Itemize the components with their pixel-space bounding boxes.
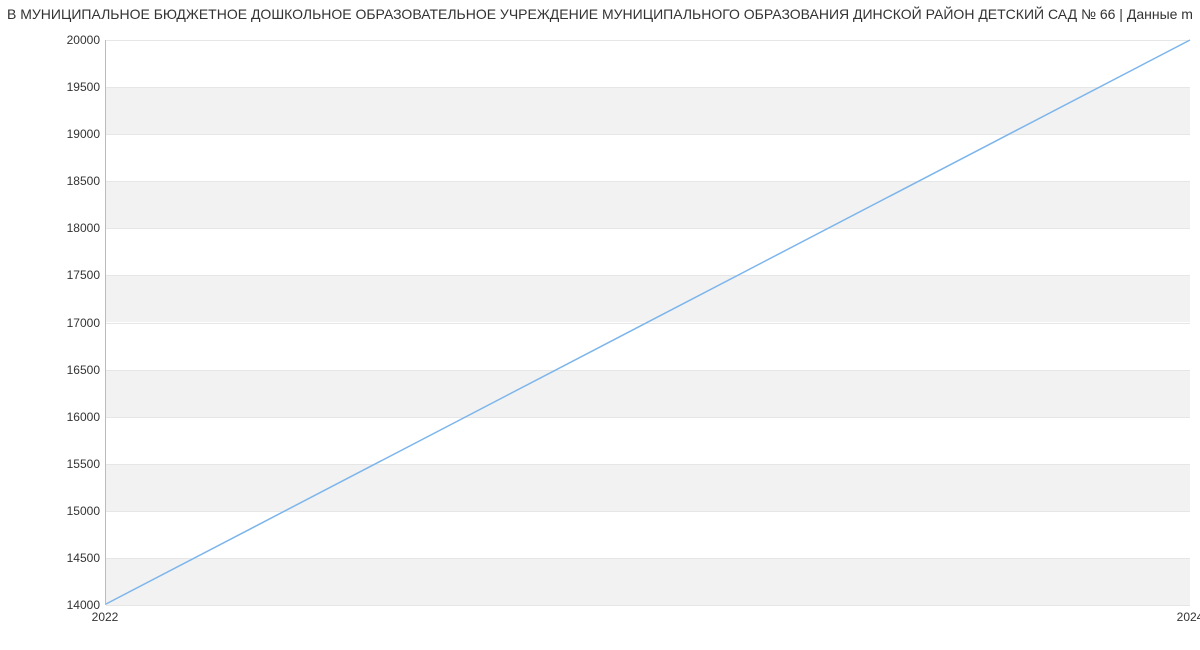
y-tick-label: 16000 (40, 410, 100, 424)
y-tick-label: 14500 (40, 551, 100, 565)
x-tick-label: 2024 (1177, 610, 1200, 624)
chart-container: В МУНИЦИПАЛЬНОЕ БЮДЖЕТНОЕ ДОШКОЛЬНОЕ ОБР… (0, 0, 1200, 650)
y-tick-label: 19000 (40, 127, 100, 141)
grid-line (106, 605, 1190, 606)
y-tick-label: 17500 (40, 268, 100, 282)
y-tick-label: 19500 (40, 80, 100, 94)
series-1-line (106, 40, 1190, 604)
y-tick-label: 18000 (40, 221, 100, 235)
y-tick-label: 15500 (40, 457, 100, 471)
plot-area (105, 40, 1190, 605)
chart-title: В МУНИЦИПАЛЬНОЕ БЮДЖЕТНОЕ ДОШКОЛЬНОЕ ОБР… (0, 6, 1200, 22)
y-tick-label: 17000 (40, 316, 100, 330)
y-tick-label: 18500 (40, 174, 100, 188)
y-tick-label: 16500 (40, 363, 100, 377)
line-layer (106, 40, 1190, 604)
y-tick-label: 20000 (40, 33, 100, 47)
x-tick-label: 2022 (92, 610, 119, 624)
y-tick-label: 15000 (40, 504, 100, 518)
